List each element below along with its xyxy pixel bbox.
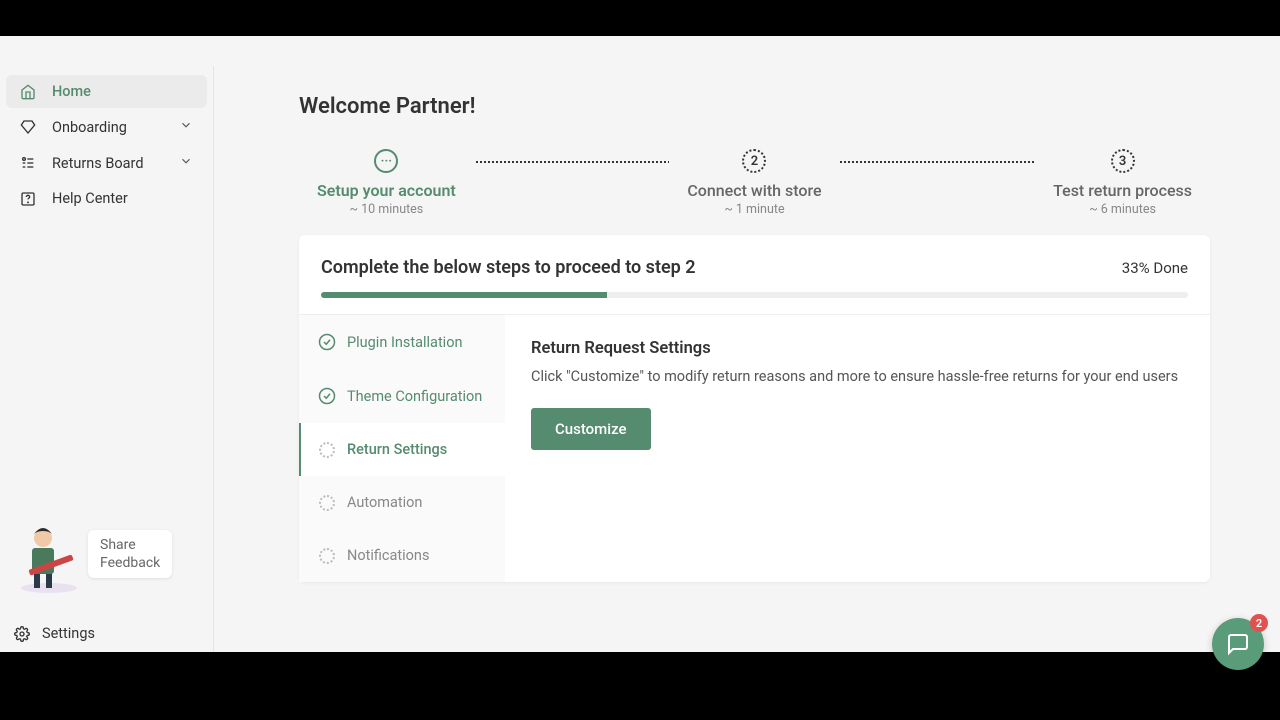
main-content: Welcome Partner! ··· Setup your account … <box>214 66 1280 652</box>
substep-notifications[interactable]: Notifications <box>299 529 505 582</box>
sidebar-item-label: Help Center <box>52 190 128 207</box>
substep-label: Return Settings <box>347 441 447 458</box>
customize-button[interactable]: Customize <box>531 408 651 450</box>
step-title: Setup your account <box>317 181 456 200</box>
substep-theme-configuration[interactable]: Theme Configuration <box>299 369 505 423</box>
stepper: ··· Setup your account ~ 10 minutes 2 Co… <box>299 149 1210 217</box>
substep-automation[interactable]: Automation <box>299 476 505 529</box>
progress-label: 33% Done <box>1122 259 1188 277</box>
sidebar-item-help-center[interactable]: Help Center <box>6 182 207 215</box>
step-time: ~ 6 minutes <box>1089 202 1156 217</box>
sidebar-item-label: Returns Board <box>52 155 144 172</box>
step-test-return[interactable]: 3 Test return process ~ 6 minutes <box>1035 149 1210 217</box>
pending-circle-icon <box>315 442 339 458</box>
pending-circle-icon <box>315 495 339 511</box>
feedback-bubble: Share Feedback <box>88 530 172 578</box>
substep-label: Theme Configuration <box>347 388 482 405</box>
settings-label: Settings <box>42 625 95 642</box>
sidebar-item-onboarding[interactable]: Onboarding <box>6 110 207 144</box>
help-icon <box>20 191 40 207</box>
substep-label: Notifications <box>347 547 429 564</box>
onboarding-card: Complete the below steps to proceed to s… <box>299 235 1210 582</box>
step-title: Connect with store <box>687 181 821 200</box>
chevron-down-icon <box>179 154 193 172</box>
person-illustration <box>14 514 84 594</box>
list-icon <box>20 155 40 171</box>
share-feedback[interactable]: Share Feedback <box>14 514 172 594</box>
gear-icon <box>14 626 34 642</box>
sidebar-item-label: Home <box>52 83 91 100</box>
step-time: ~ 1 minute <box>724 202 784 217</box>
step-connect-store[interactable]: 2 Connect with store ~ 1 minute <box>669 149 839 217</box>
chat-fab[interactable]: 2 <box>1212 618 1264 670</box>
check-circle-icon <box>315 387 339 405</box>
substep-plugin-installation[interactable]: Plugin Installation <box>299 315 505 369</box>
page-title: Welcome Partner! <box>299 94 1210 119</box>
step-circle: 2 <box>742 149 766 173</box>
sidebar-item-home[interactable]: Home <box>6 75 207 108</box>
sidebar-item-settings[interactable]: Settings <box>0 615 213 652</box>
sidebar-item-label: Onboarding <box>52 119 127 136</box>
check-circle-icon <box>315 333 339 351</box>
step-time: ~ 10 minutes <box>350 202 424 217</box>
progress-bar <box>321 292 1188 298</box>
substep-detail: Return Request Settings Click "Customize… <box>505 315 1210 582</box>
chevron-down-icon <box>179 118 193 136</box>
substep-label: Plugin Installation <box>347 334 463 351</box>
chat-icon <box>1226 632 1250 656</box>
detail-title: Return Request Settings <box>531 339 1184 358</box>
home-icon <box>20 84 40 100</box>
step-circle: 3 <box>1111 149 1135 173</box>
chat-badge: 2 <box>1250 614 1268 632</box>
detail-text: Click "Customize" to modify return reaso… <box>531 366 1184 388</box>
substep-label: Automation <box>347 494 422 511</box>
diamond-icon <box>20 119 40 135</box>
substeps-list: Plugin Installation Theme Configuration … <box>299 315 505 582</box>
step-circle: ··· <box>374 149 398 173</box>
sidebar-item-returns-board[interactable]: Returns Board <box>6 146 207 180</box>
step-title: Test return process <box>1053 181 1192 200</box>
sidebar: Home Onboarding Returns Board Help Cente… <box>0 66 214 652</box>
step-setup-account[interactable]: ··· Setup your account ~ 10 minutes <box>299 149 474 217</box>
pending-circle-icon <box>315 548 339 564</box>
card-title: Complete the below steps to proceed to s… <box>321 257 696 278</box>
substep-return-settings[interactable]: Return Settings <box>299 423 505 476</box>
